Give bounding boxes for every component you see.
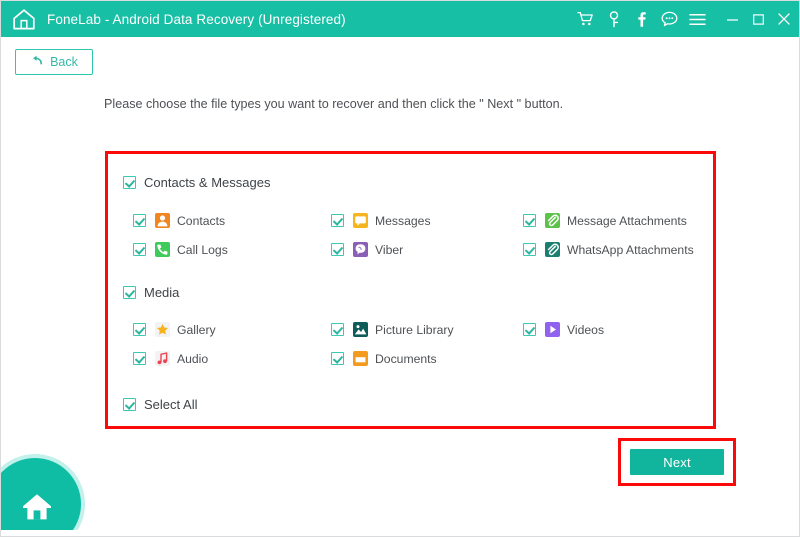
whatsapp-attachments-icon xyxy=(545,242,560,257)
item-documents[interactable]: Documents xyxy=(331,351,437,366)
item-picture-library[interactable]: Picture Library xyxy=(331,322,454,337)
instruction-text: Please choose the file types you want to… xyxy=(104,97,564,111)
back-arrow-icon xyxy=(30,53,43,71)
checkbox-whatsapp-attachments[interactable] xyxy=(523,243,536,256)
facebook-icon[interactable] xyxy=(633,11,650,28)
chat-icon[interactable] xyxy=(661,11,678,28)
item-gallery[interactable]: Gallery xyxy=(133,322,216,337)
checkbox-contacts[interactable] xyxy=(133,214,146,227)
label-documents: Documents xyxy=(375,351,437,366)
checkbox-message-attachments[interactable] xyxy=(523,214,536,227)
next-button[interactable]: Next xyxy=(630,449,724,475)
home-icon[interactable] xyxy=(10,5,38,33)
checkbox-picture-library[interactable] xyxy=(331,323,344,336)
maximize-button[interactable] xyxy=(751,12,765,26)
menu-icon[interactable] xyxy=(689,11,706,28)
label-picture-library: Picture Library xyxy=(375,322,454,337)
key-icon[interactable] xyxy=(605,10,622,28)
label-message-attachments: Message Attachments xyxy=(567,213,687,228)
label-viber: Viber xyxy=(375,242,404,257)
item-viber[interactable]: Viber xyxy=(331,242,403,257)
group-label-media: Media xyxy=(144,285,180,300)
back-button[interactable]: Back xyxy=(15,49,93,75)
label-contacts: Contacts xyxy=(177,213,226,228)
cart-icon[interactable] xyxy=(577,11,594,28)
bottom-strip xyxy=(1,530,799,536)
window-title: FoneLab - Android Data Recovery (Unregis… xyxy=(47,11,346,27)
item-call-logs[interactable]: Call Logs xyxy=(133,242,228,257)
label-call-logs: Call Logs xyxy=(177,242,228,257)
checkbox-messages[interactable] xyxy=(331,214,344,227)
back-label: Back xyxy=(50,55,78,69)
checkbox-select-all[interactable] xyxy=(123,398,136,411)
label-videos: Videos xyxy=(567,322,605,337)
checkbox-call-logs[interactable] xyxy=(133,243,146,256)
item-whatsapp-attachments[interactable]: WhatsApp Attachments xyxy=(523,242,694,257)
checkbox-audio[interactable] xyxy=(133,352,146,365)
label-messages: Messages xyxy=(375,213,431,228)
select-all-row[interactable]: Select All xyxy=(123,397,197,412)
group-checkbox-media[interactable] xyxy=(123,286,136,299)
group-header-media[interactable]: Media xyxy=(123,285,179,300)
minimize-button[interactable] xyxy=(725,12,739,26)
item-contacts[interactable]: Contacts xyxy=(133,213,225,228)
picture-library-icon xyxy=(353,322,368,337)
label-select-all: Select All xyxy=(144,397,198,412)
checkbox-viber[interactable] xyxy=(331,243,344,256)
group-label-contacts-messages: Contacts & Messages xyxy=(144,175,271,190)
title-bar: FoneLab - Android Data Recovery (Unregis… xyxy=(1,1,799,37)
videos-icon xyxy=(545,322,560,337)
gallery-icon xyxy=(155,322,170,337)
window-controls xyxy=(725,12,791,26)
application-window: FoneLab - Android Data Recovery (Unregis… xyxy=(0,0,800,537)
call-logs-icon xyxy=(155,242,170,257)
close-button[interactable] xyxy=(777,12,791,26)
label-whatsapp-attachments: WhatsApp Attachments xyxy=(567,242,694,257)
titlebar-icon-group xyxy=(577,10,706,28)
messages-icon xyxy=(353,213,368,228)
checkbox-gallery[interactable] xyxy=(133,323,146,336)
documents-icon xyxy=(353,351,368,366)
item-message-attachments[interactable]: Message Attachments xyxy=(523,213,687,228)
group-header-contacts-messages[interactable]: Contacts & Messages xyxy=(123,175,270,190)
label-audio: Audio xyxy=(177,351,209,366)
viber-icon xyxy=(353,242,368,257)
item-audio[interactable]: Audio xyxy=(133,351,208,366)
file-type-panel: Contacts & Messages Contacts Messages Me… xyxy=(105,151,716,429)
audio-icon xyxy=(155,351,170,366)
group-checkbox-contacts-messages[interactable] xyxy=(123,176,136,189)
label-gallery: Gallery xyxy=(177,322,216,337)
item-messages[interactable]: Messages xyxy=(331,213,431,228)
item-videos[interactable]: Videos xyxy=(523,322,604,337)
home-icon[interactable] xyxy=(17,488,57,526)
checkbox-documents[interactable] xyxy=(331,352,344,365)
message-attachments-icon xyxy=(545,213,560,228)
contacts-icon xyxy=(155,213,170,228)
checkbox-videos[interactable] xyxy=(523,323,536,336)
